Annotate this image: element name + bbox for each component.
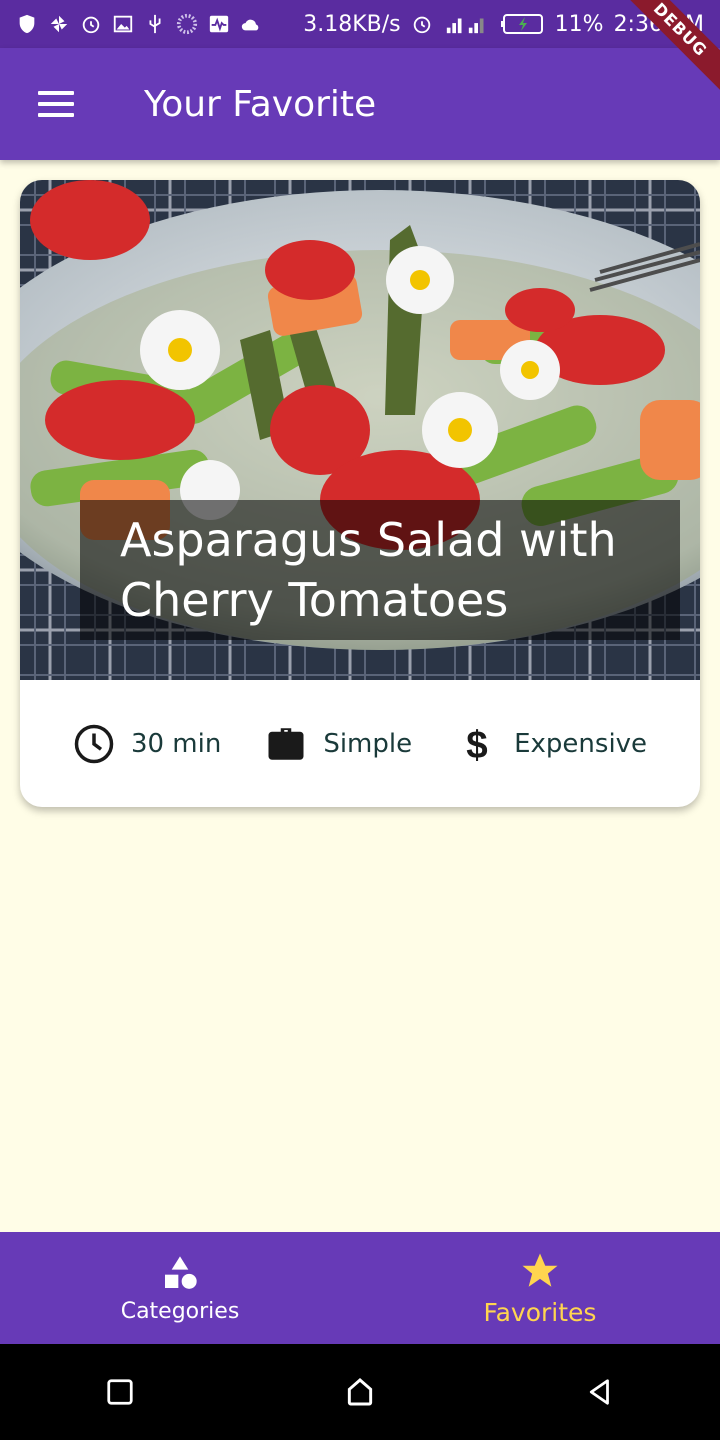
alarm-icon: [413, 16, 430, 34]
home-button[interactable]: [330, 1362, 390, 1422]
svg-text:$: $: [466, 724, 487, 765]
sync-dots-icon: [176, 13, 198, 35]
affordability-label: Expensive: [514, 728, 648, 759]
menu-icon[interactable]: [38, 91, 74, 117]
affordability-info: $ Expensive: [456, 723, 647, 765]
square-icon: [107, 1379, 133, 1405]
complexity-label: Simple: [323, 728, 413, 759]
complexity-info: Simple: [265, 723, 412, 765]
shield-icon: [19, 14, 35, 34]
status-icons: [16, 13, 262, 35]
dollar-icon: $: [466, 724, 487, 765]
star-icon: [522, 1253, 558, 1287]
page-title: Your Favorite: [144, 83, 377, 125]
app-bar: Your Favorite: [0, 48, 720, 160]
cloud-icon: [241, 19, 259, 31]
image-icon: [113, 15, 133, 33]
activity-icon: [209, 15, 229, 33]
battery-percent: 11%: [554, 11, 604, 37]
duration-info: 30 min: [73, 723, 221, 765]
meal-title: Asparagus Salad with Cherry Tomatoes: [80, 500, 680, 640]
alarm-icon: [82, 16, 100, 34]
usb-icon: [149, 14, 161, 34]
signal-icon: [446, 18, 484, 34]
back-triangle-icon: [589, 1379, 609, 1405]
briefcase-icon: [268, 727, 304, 760]
meal-info-row: 30 min Simple $ Expensive: [20, 680, 700, 807]
nav-item-categories[interactable]: Categories: [0, 1232, 360, 1344]
battery-icon: [500, 14, 543, 34]
meal-card[interactable]: Asparagus Salad with Cherry Tomatoes 30 …: [20, 180, 700, 807]
bottom-nav: Categories Favorites: [0, 1232, 720, 1344]
recents-button[interactable]: [90, 1362, 150, 1422]
duration-label: 30 min: [130, 728, 222, 759]
status-bar: 3.18KB/s 11% 2:36 AM: [0, 0, 720, 48]
nav-label-favorites: Favorites: [483, 1297, 597, 1327]
pinwheel-icon: [50, 15, 68, 33]
category-shapes-icon: [165, 1255, 197, 1289]
nav-item-favorites[interactable]: Favorites: [360, 1232, 720, 1344]
back-button[interactable]: [570, 1362, 630, 1422]
system-nav-bar: [0, 1344, 720, 1440]
nav-label-categories: Categories: [120, 1298, 240, 1324]
home-icon: [347, 1378, 373, 1406]
network-speed: 3.18KB/s: [303, 11, 401, 37]
clock-icon: [74, 724, 114, 763]
